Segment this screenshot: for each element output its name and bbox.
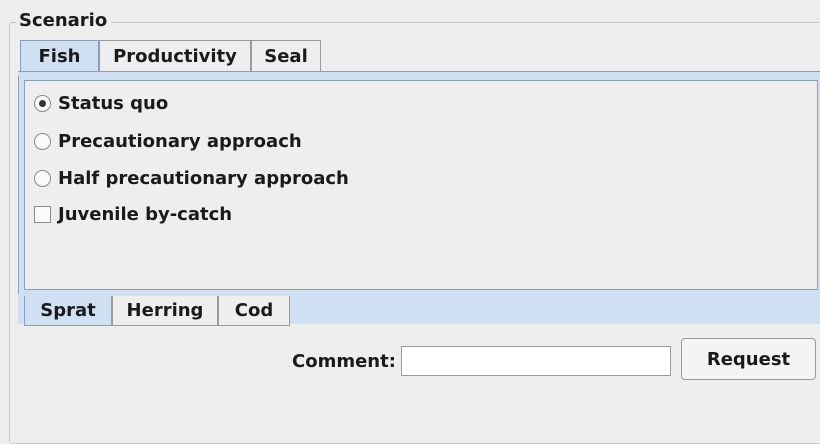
checkbox-unchecked-icon[interactable] xyxy=(34,205,51,223)
scenario-window: Scenario Fish Productivity Seal Status q… xyxy=(0,0,820,444)
tab-seal[interactable]: Seal xyxy=(251,40,321,72)
radio-unselected-icon[interactable] xyxy=(34,132,51,150)
half-precautionary-approach-label: Half precautionary approach xyxy=(58,167,349,189)
tab-sprat[interactable]: Sprat xyxy=(24,296,112,326)
half-precautionary-approach-radio[interactable]: Half precautionary approach xyxy=(34,166,349,190)
status-quo-label: Status quo xyxy=(58,92,169,114)
status-quo-radio[interactable]: Status quo xyxy=(34,91,168,115)
tab-fish[interactable]: Fish xyxy=(20,40,99,72)
juvenile-bycatch-label: Juvenile by-catch xyxy=(58,203,233,225)
radio-unselected-icon[interactable] xyxy=(34,169,51,187)
precautionary-approach-label: Precautionary approach xyxy=(58,130,302,152)
scenario-group-title: Scenario xyxy=(16,10,112,32)
juvenile-bycatch-checkbox[interactable]: Juvenile by-catch xyxy=(34,202,232,226)
tab-herring[interactable]: Herring xyxy=(112,296,218,326)
tab-productivity[interactable]: Productivity xyxy=(99,40,251,72)
comment-label: Comment: xyxy=(292,351,396,372)
comment-input[interactable] xyxy=(401,346,671,376)
request-button[interactable]: Request xyxy=(681,338,816,380)
tab-cod[interactable]: Cod xyxy=(218,296,290,326)
precautionary-approach-radio[interactable]: Precautionary approach xyxy=(34,129,302,153)
radio-selected-icon[interactable] xyxy=(34,94,51,112)
